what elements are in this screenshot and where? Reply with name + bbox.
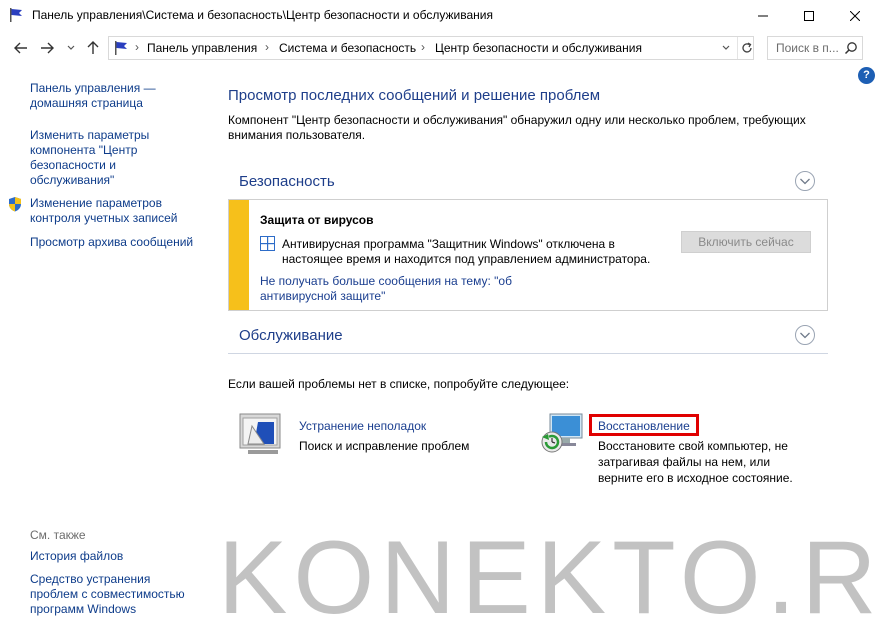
breadcrumb-separator: › [421,40,425,54]
address-bar[interactable]: › Панель управления › Система и безопасн… [108,36,754,60]
maintenance-section-label: Обслуживание [239,327,343,344]
breadcrumb-security-maintenance[interactable]: Центр безопасности и обслуживания [435,41,642,55]
arrow-right-icon [41,42,54,54]
message-archive-link[interactable]: Просмотр архива сообщений [30,235,193,250]
window-title: Панель управления\Система и безопасность… [32,8,493,22]
close-icon [850,10,860,21]
breadcrumb-separator: › [265,40,269,54]
file-history-link[interactable]: История файлов [30,549,123,564]
page-description: Компонент "Центр безопасности и обслужив… [228,113,806,142]
minimize-icon [758,15,768,16]
uac-shield-icon [9,197,21,212]
recent-locations-button[interactable] [62,39,80,57]
arrow-up-icon [87,41,99,54]
chevron-down-circle-icon[interactable] [794,324,816,346]
search-icon [844,42,857,55]
alert-title: Защита от вирусов [260,213,374,227]
see-also-heading: См. также [30,528,86,542]
address-history-button[interactable] [717,37,735,59]
breadcrumb-control-panel[interactable]: Панель управления [147,41,257,55]
control-panel-flag-icon [10,8,22,22]
try-following-text: Если вашей проблемы нет в списке, попроб… [228,377,570,391]
recovery-description: Восстановите свой компьютер, не затрагив… [598,439,793,485]
security-section-label: Безопасность [239,173,335,190]
compatibility-troubleshooter-link[interactable]: Средство устранения проблем с совместимо… [30,572,185,617]
windows-defender-icon [260,236,275,251]
troubleshooting-description: Поиск и исправление проблем [299,439,470,453]
turn-on-now-button[interactable]: Включить сейчас [681,231,811,253]
virus-protection-alert: Защита от вирусов Антивирусная программа… [228,199,828,311]
alert-severity-stripe [229,200,249,310]
dont-show-again-link[interactable]: Не получать больше сообщения на тему: "о… [260,274,512,304]
chevron-down-icon [67,45,75,50]
control-panel-flag-icon [115,41,127,55]
recovery-icon [541,413,583,453]
question-icon: ? [863,69,870,81]
title-bar: Панель управления\Система и безопасность… [0,0,878,31]
chevron-down-circle-icon[interactable] [794,170,816,192]
maximize-button[interactable] [786,0,832,31]
alert-message: Антивирусная программа "Защитник Windows… [282,237,651,266]
troubleshooting-link[interactable]: Устранение неполадок [299,419,426,433]
recovery-highlight-frame [589,414,699,436]
breadcrumb-system-security[interactable]: Система и безопасность [279,41,416,55]
watermark-text: KONEKTO.RU [218,520,878,636]
maximize-icon [804,10,814,21]
arrow-left-icon [14,42,27,54]
back-button[interactable] [12,39,30,57]
control-panel-home-link[interactable]: Панель управления — домашняя страница [30,81,156,111]
search-placeholder: Поиск в п... [776,41,839,55]
close-button[interactable] [832,0,878,31]
maintenance-section-header[interactable]: Обслуживание [228,318,828,354]
refresh-icon [741,42,752,53]
breadcrumb-separator: › [135,40,139,54]
troubleshooting-icon [239,413,281,454]
up-button[interactable] [84,39,102,57]
minimize-button[interactable] [740,0,786,31]
uac-settings-link[interactable]: Изменение параметров контроля учетных за… [30,196,177,226]
page-title: Просмотр последних сообщений и решение п… [228,87,601,104]
chevron-down-icon [722,45,730,50]
help-button[interactable]: ? [858,67,875,84]
security-section-header[interactable]: Безопасность [228,164,828,200]
refresh-button[interactable] [737,37,755,59]
forward-button[interactable] [38,39,56,57]
search-input[interactable]: Поиск в п... [767,36,863,60]
change-settings-link[interactable]: Изменить параметры компонента "Центр без… [30,128,149,188]
